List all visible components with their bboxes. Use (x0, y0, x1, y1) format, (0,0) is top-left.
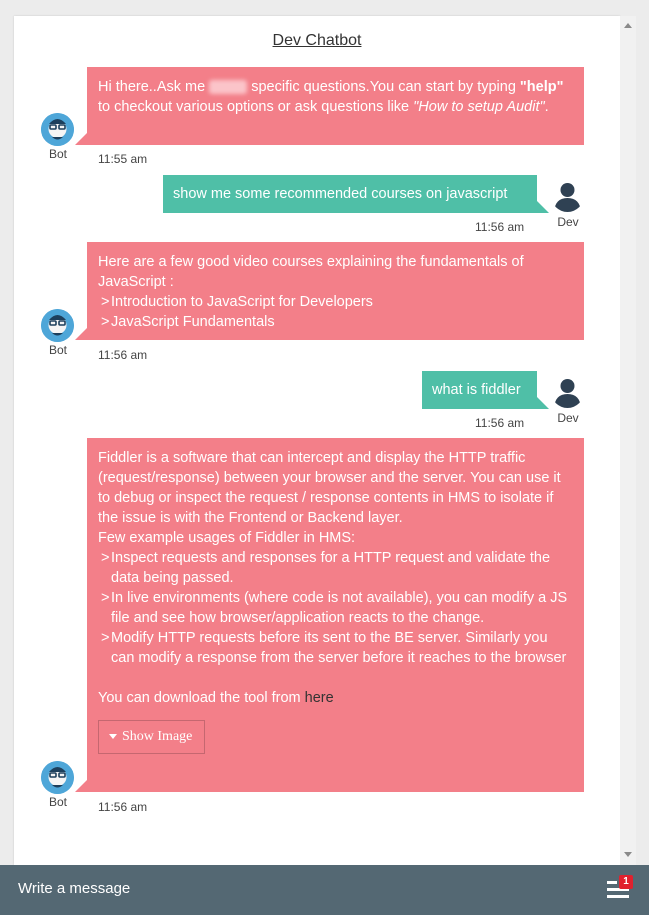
user-avatar-icon (551, 375, 584, 408)
scrollbar[interactable] (620, 16, 636, 865)
scroll-down-icon[interactable] (624, 852, 632, 857)
message-time: 11:56 am (98, 348, 148, 362)
bot-message: Here are a few good video courses explai… (75, 242, 584, 340)
sender-label: Dev (557, 411, 579, 425)
user-message: what is fiddler (422, 371, 549, 409)
bot-message: Fiddler is a software that can intercept… (75, 438, 584, 792)
message-text: You can download the tool from (98, 690, 301, 706)
message-time: 11:56 am (475, 416, 525, 430)
caret-down-icon (109, 734, 117, 740)
sender-label: Bot (48, 795, 67, 809)
button-label: Show Image (122, 729, 193, 744)
list-item: In live environments (where code is not … (98, 588, 572, 628)
example-question: "How to setup Audit" (413, 99, 545, 115)
message-text: Fiddler is a software that can intercept… (98, 450, 561, 526)
sender-label: Bot (48, 147, 67, 161)
chat-panel[interactable]: Dev Chatbot Hi there..Ask me specific qu… (14, 16, 620, 865)
message-input[interactable]: Write a message (18, 880, 130, 897)
download-line: You can download the tool from here (98, 688, 572, 708)
help-keyword: "help" (519, 79, 564, 95)
bot-avatar-icon (41, 309, 74, 342)
message-subheading: Few example usages of Fiddler in HMS: (98, 530, 356, 546)
user-avatar-icon (551, 179, 584, 212)
show-image-button[interactable]: Show Image (98, 720, 206, 754)
scroll-up-icon[interactable] (624, 23, 632, 28)
chat-title: Dev Chatbot (272, 32, 362, 49)
user-message: show me some recommended courses on java… (163, 175, 549, 213)
message-text: Hi there..Ask me (98, 79, 206, 95)
message-time: 11:56 am (475, 220, 525, 234)
sender-label: Bot (48, 343, 67, 357)
message-text: specific questions.You can start by typi… (251, 79, 516, 95)
sender-label: Dev (557, 215, 579, 229)
bot-avatar-icon (41, 113, 74, 146)
course-link[interactable]: JavaScript Fundamentals (98, 312, 572, 332)
bot-avatar-icon (41, 761, 74, 794)
redacted-text (209, 80, 248, 95)
composer-bar: Write a message 1 (0, 865, 649, 915)
download-link[interactable]: here (305, 690, 334, 706)
message-time: 11:55 am (98, 152, 148, 166)
message-text: to checkout various options or ask quest… (98, 99, 410, 115)
course-link[interactable]: Introduction to JavaScript for Developer… (98, 292, 572, 312)
message-text: Here are a few good video courses explai… (98, 254, 524, 290)
menu-icon[interactable]: 1 (607, 875, 633, 900)
notification-badge: 1 (619, 875, 633, 889)
list-item: Modify HTTP requests before its sent to … (98, 628, 572, 668)
list-item: Inspect requests and responses for a HTT… (98, 548, 572, 588)
message-time: 11:56 am (98, 800, 148, 814)
bot-message: Hi there..Ask me specific questions.You … (75, 67, 584, 145)
chat-window: Dev Chatbot Hi there..Ask me specific qu… (0, 0, 649, 865)
